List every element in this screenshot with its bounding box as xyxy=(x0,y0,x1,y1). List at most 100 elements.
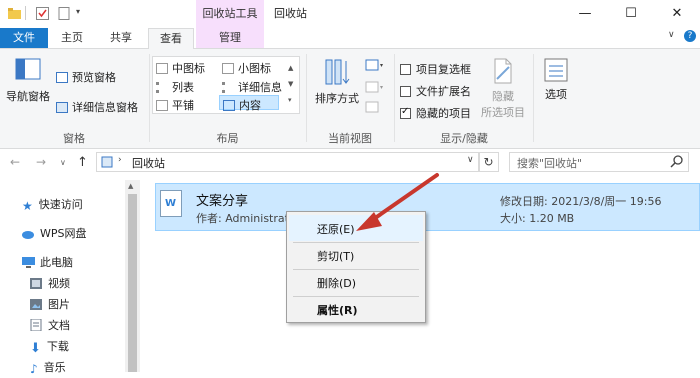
search-icon[interactable] xyxy=(670,154,684,171)
details-pane-icon xyxy=(56,102,68,113)
group-by-icon[interactable] xyxy=(365,59,385,76)
address-bar[interactable]: › 回收站 ∨ xyxy=(96,152,480,172)
pane-group-label: 窗格 xyxy=(63,132,85,145)
nav-item-downloads[interactable]: ⬇ 下载 xyxy=(30,338,69,356)
sort-by-button[interactable]: 排序方式 xyxy=(312,57,362,106)
layout-small-icons[interactable]: 小图标 xyxy=(222,60,271,76)
contextual-tab-title: 回收站工具 xyxy=(196,0,264,28)
current-view-group-label: 当前视图 xyxy=(328,132,372,145)
navigation-pane: ★ 快速访问 WPS网盘 此电脑 视频 图片 文档 ⬇ 下载 ♪ 音乐 xyxy=(0,180,140,376)
tab-view[interactable]: 查看 xyxy=(148,28,194,49)
preview-pane-label: 预览窗格 xyxy=(72,71,116,84)
menu-separator xyxy=(293,296,419,297)
title-bar: ▾ 回收站工具 回收站 — ☐ ✕ xyxy=(0,0,700,28)
add-columns-icon[interactable] xyxy=(365,81,385,98)
maximize-button[interactable]: ☐ xyxy=(608,0,654,28)
nav-item-documents[interactable]: 文档 xyxy=(30,317,70,335)
breadcrumb-chevron-icon[interactable]: › xyxy=(118,155,122,165)
layout-tiles[interactable]: 平铺 xyxy=(156,97,194,113)
menu-item-delete[interactable]: 删除(D) xyxy=(317,275,356,291)
file-extensions-checkbox[interactable] xyxy=(400,86,411,97)
preview-pane-button[interactable]: 预览窗格 xyxy=(56,69,116,85)
nav-item-label: 图片 xyxy=(48,298,70,311)
options-icon xyxy=(543,58,569,86)
hidden-items-checkbox[interactable] xyxy=(400,106,411,119)
hidden-items-toggle[interactable]: 隐藏的项目 xyxy=(400,105,471,121)
menu-item-restore[interactable]: 还原(E) xyxy=(317,221,355,237)
nav-item-quick-access[interactable]: ★ 快速访问 xyxy=(22,196,83,214)
list-label: 列表 xyxy=(172,81,194,94)
nav-item-pictures[interactable]: 图片 xyxy=(30,296,70,314)
file-modified-date: 修改日期: 2021/3/8/周一 19:56 xyxy=(500,195,662,208)
layout-details[interactable]: 详细信息 xyxy=(222,79,282,95)
folder-icon[interactable] xyxy=(8,7,21,20)
details-pane-button[interactable]: 详细信息窗格 xyxy=(56,99,138,115)
tab-share[interactable]: 共享 xyxy=(100,28,142,48)
hide-selected-label-2: 所选项目 xyxy=(481,106,525,119)
layout-content[interactable]: 内容 xyxy=(219,95,279,112)
size-columns-icon[interactable] xyxy=(365,101,381,118)
properties-icon[interactable] xyxy=(36,7,49,20)
medium-icons-icon xyxy=(156,63,168,74)
forward-arrow-icon[interactable]: → xyxy=(36,155,46,169)
refresh-button[interactable]: ↻ xyxy=(478,152,499,172)
details-icon xyxy=(222,82,234,93)
up-arrow-icon[interactable]: ↑ xyxy=(77,155,88,170)
show-hide-group-label: 显示/隐藏 xyxy=(440,132,488,145)
ribbon-tab-row: 文件 主页 共享 查看 管理 ∨ ? xyxy=(0,28,700,49)
hide-selected-button[interactable]: 隐藏 所选项目 xyxy=(478,57,528,120)
small-icons-icon xyxy=(222,63,234,74)
nav-pane-button[interactable]: 导航窗格 xyxy=(6,57,50,104)
file-name: 文案分享 xyxy=(196,194,249,209)
layout-list[interactable]: 列表 xyxy=(156,79,194,95)
nav-item-label: 音乐 xyxy=(43,361,66,374)
file-extensions-toggle[interactable]: 文件扩展名 xyxy=(400,83,471,99)
close-button[interactable]: ✕ xyxy=(654,0,700,28)
refresh-icon: ↻ xyxy=(483,155,494,169)
menu-item-cut[interactable]: 剪切(T) xyxy=(317,248,354,264)
item-checkboxes-checkbox[interactable] xyxy=(400,64,411,75)
nav-pane-label: 导航窗格 xyxy=(6,90,50,103)
sort-by-label: 排序方式 xyxy=(315,92,359,105)
search-input[interactable]: 搜索"回收站" xyxy=(509,152,689,172)
back-arrow-icon[interactable]: ← xyxy=(10,155,20,169)
address-path[interactable]: 回收站 xyxy=(132,155,165,171)
new-folder-icon[interactable] xyxy=(58,7,71,20)
medium-icons-label: 中图标 xyxy=(172,62,205,75)
tab-file[interactable]: 文件 xyxy=(0,28,48,48)
customize-toolbar-chevron-icon[interactable]: ▾ xyxy=(76,7,89,20)
nav-pane-icon xyxy=(14,58,42,84)
tiles-label: 平铺 xyxy=(172,99,194,112)
options-button[interactable]: 选项 xyxy=(538,57,574,102)
details-pane-label: 详细信息窗格 xyxy=(72,101,138,114)
layout-medium-icons[interactable]: 中图标 xyxy=(156,60,205,76)
context-menu: 还原(E) 剪切(T) 删除(D) 属性(R) xyxy=(286,211,426,323)
layout-group-label: 布局 xyxy=(216,132,239,145)
layout-gallery-scroll[interactable]: ▲ ▼ ▾ xyxy=(288,60,298,108)
scroll-up-arrow-icon[interactable]: ▲ xyxy=(128,182,133,190)
small-icons-label: 小图标 xyxy=(238,62,271,75)
nav-item-label: 文档 xyxy=(48,319,70,332)
nav-item-label: 快速访问 xyxy=(38,198,83,211)
address-dropdown-chevron-icon[interactable]: ∨ xyxy=(467,155,474,165)
nav-item-wps-cloud[interactable]: WPS网盘 xyxy=(22,225,87,243)
help-icon[interactable]: ? xyxy=(684,30,696,42)
nav-pane-scrollbar[interactable]: ▲ xyxy=(125,180,140,372)
collapse-ribbon-chevron-icon[interactable]: ∨ xyxy=(668,30,675,40)
item-checkboxes-label: 项目复选框 xyxy=(416,63,471,76)
nav-item-label: 此电脑 xyxy=(40,256,73,269)
item-checkboxes-toggle[interactable]: 项目复选框 xyxy=(400,61,471,77)
tab-manage[interactable]: 管理 xyxy=(196,28,264,48)
computer-icon xyxy=(22,256,35,268)
scrollbar-thumb[interactable] xyxy=(128,194,137,372)
recent-locations-chevron-icon[interactable]: ∨ xyxy=(60,158,66,167)
nav-item-videos[interactable]: 视频 xyxy=(30,275,70,293)
nav-item-label: 下载 xyxy=(46,340,69,353)
minimize-button[interactable]: — xyxy=(562,0,608,28)
content-icon xyxy=(223,100,235,111)
nav-item-label: 视频 xyxy=(48,277,70,290)
nav-item-music[interactable]: ♪ 音乐 xyxy=(30,359,66,377)
nav-item-this-pc[interactable]: 此电脑 xyxy=(22,254,73,272)
tab-home[interactable]: 主页 xyxy=(52,28,92,48)
menu-item-properties[interactable]: 属性(R) xyxy=(317,302,358,318)
